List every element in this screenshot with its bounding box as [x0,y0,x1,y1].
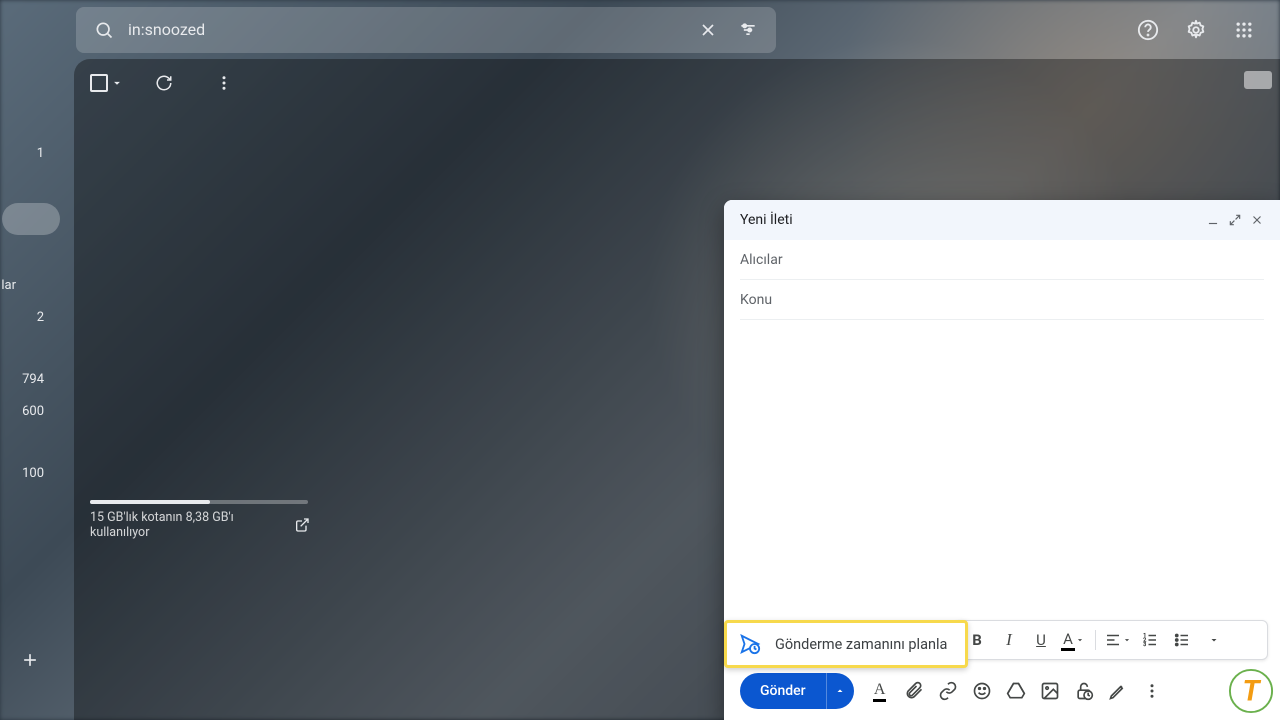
open-in-new-icon[interactable] [294,517,310,533]
schedule-send-popup[interactable]: Gönderme zamanını planla [724,620,968,668]
minimize-icon[interactable] [1206,213,1220,227]
more-menu-icon[interactable] [204,63,244,103]
apps-grid-icon[interactable] [1224,10,1264,50]
sidebar-item[interactable]: 2 [37,301,60,333]
compose-header[interactable]: Yeni İleti [724,200,1280,240]
sidebar: 1 lar 2 794 600 100 [0,59,60,720]
schedule-send-icon [739,633,761,655]
send-options-button[interactable] [826,673,854,709]
send-button[interactable]: Gönder [740,673,826,709]
add-label-icon[interactable] [10,640,50,680]
svg-text:3: 3 [1143,642,1146,648]
top-bar [0,0,1280,59]
settings-gear-icon[interactable] [1176,10,1216,50]
sidebar-item[interactable]: 600 [22,395,60,427]
top-right-icons [1128,10,1264,50]
sidebar-item[interactable]: 100 [22,457,60,489]
input-tools-icon[interactable] [1244,71,1272,89]
watermark-logo: T [1228,668,1274,714]
refresh-icon[interactable] [144,63,184,103]
insert-emoji-icon[interactable] [966,675,998,707]
more-options-icon[interactable] [1136,675,1168,707]
close-icon[interactable] [1250,213,1264,227]
more-formatting-icon[interactable] [1200,626,1228,654]
clear-search-icon[interactable] [688,10,728,50]
storage-bar [90,500,308,504]
compose-footer: Gönderme zamanını planla Gönder A [724,668,1280,720]
select-all-checkbox[interactable] [90,74,124,92]
font-color-icon[interactable]: A [864,675,896,707]
insert-signature-icon[interactable] [1102,675,1134,707]
align-button[interactable] [1104,626,1132,654]
sidebar-item[interactable]: 794 [22,363,60,395]
storage-info: 15 GB'lık kotanın 8,38 GB'ı kullanılıyor [90,500,310,540]
insert-link-icon[interactable] [932,675,964,707]
formatting-toolbar: B I U A 123 [954,620,1268,660]
search-options-icon[interactable] [728,10,768,50]
help-icon[interactable] [1128,10,1168,50]
mail-toolbar [74,59,1280,107]
recipients-field[interactable]: Alıcılar [740,240,1264,280]
search-input[interactable] [124,20,688,39]
numbered-list-button[interactable]: 123 [1136,626,1164,654]
italic-button[interactable]: I [995,626,1023,654]
separator [1095,630,1096,650]
text-color-button[interactable]: A [1059,626,1087,654]
svg-text:T: T [1242,675,1261,709]
insert-drive-icon[interactable] [1000,675,1032,707]
attach-file-icon[interactable] [898,675,930,707]
compose-title: Yeni İleti [740,212,1206,228]
underline-button[interactable]: U [1027,626,1055,654]
storage-text: 15 GB'lık kotanın 8,38 GB'ı kullanılıyor [90,510,282,540]
sidebar-item[interactable]: lar [1,269,60,301]
schedule-send-label: Gönderme zamanını planla [775,636,947,653]
send-button-group: Gönder [740,673,854,709]
bulleted-list-button[interactable] [1168,626,1196,654]
insert-photo-icon[interactable] [1034,675,1066,707]
sidebar-item-active[interactable] [2,203,60,235]
confidential-mode-icon[interactable] [1068,675,1100,707]
compose-body[interactable] [724,320,1280,620]
fullscreen-icon[interactable] [1228,213,1242,227]
sidebar-item[interactable]: 1 [37,137,60,169]
subject-field[interactable]: Konu [740,280,1264,320]
compose-window: Yeni İleti Alıcılar Konu B I U A 123 [724,200,1280,720]
search-icon[interactable] [84,10,124,50]
search-container [76,7,776,53]
